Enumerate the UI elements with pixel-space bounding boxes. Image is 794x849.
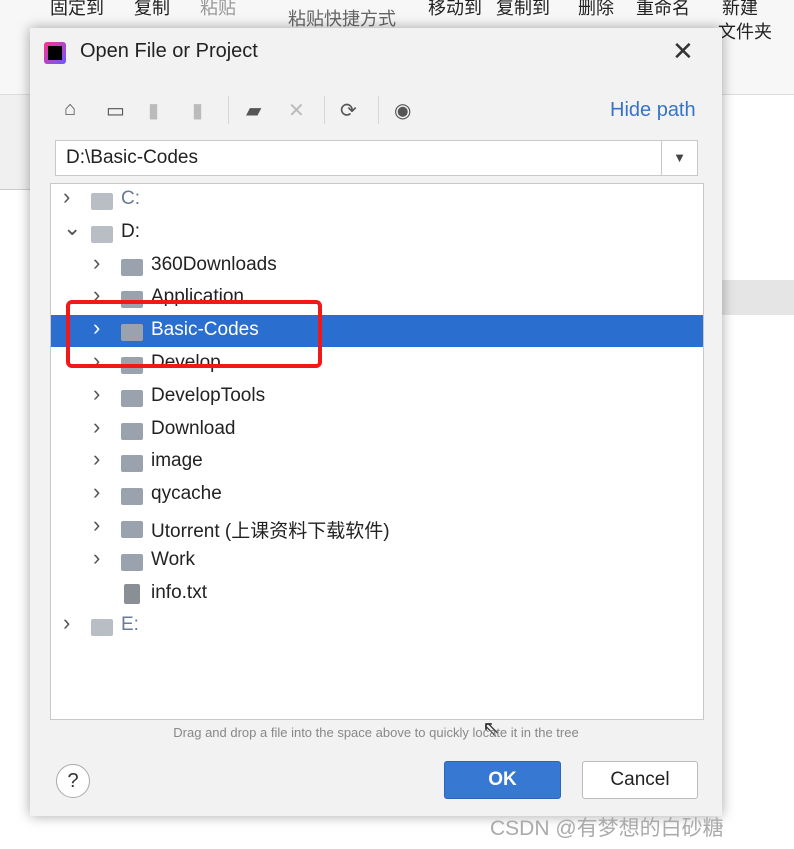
toolbar-divider <box>324 96 325 124</box>
close-icon[interactable]: ✕ <box>672 36 694 67</box>
tree-item-label: DevelopTools <box>151 384 266 406</box>
chevron-right-icon[interactable]: › <box>63 610 70 636</box>
tree-item-label: E: <box>121 614 139 636</box>
chevron-right-icon[interactable]: › <box>93 446 100 472</box>
tree-item[interactable]: › qycache <box>51 479 703 511</box>
ribbon-folder[interactable]: 文件夹 <box>718 18 772 44</box>
tree-item[interactable]: › DevelopTools <box>51 381 703 413</box>
tree-item[interactable]: › Utorrent (上课资料下载软件) <box>51 512 703 544</box>
tree-item-label: C: <box>121 188 140 209</box>
tree-item-label: Utorrent (上课资料下载软件) <box>151 521 390 542</box>
tree-item[interactable]: › Work <box>51 545 703 577</box>
module-folder-icon[interactable]: ▮ <box>192 98 203 123</box>
chevron-right-icon[interactable]: › <box>93 414 100 440</box>
tree-item[interactable]: › 360Downloads <box>51 250 703 282</box>
cancel-button[interactable]: Cancel <box>582 761 698 799</box>
chevron-right-icon[interactable]: › <box>93 512 100 538</box>
ribbon-copy[interactable]: 复制 <box>134 0 170 20</box>
path-value: D:\Basic-Codes <box>66 147 198 168</box>
folder-icon <box>121 488 143 506</box>
folder-icon <box>121 455 143 473</box>
tree-item[interactable]: › Download <box>51 414 703 446</box>
drive-icon <box>91 619 113 637</box>
tree-item[interactable]: info.txt <box>51 578 703 610</box>
explorer-pane <box>0 95 30 190</box>
chevron-right-icon[interactable]: › <box>93 381 100 407</box>
ribbon-new[interactable]: 新建 <box>722 0 758 20</box>
ribbon-delete[interactable]: 删除 <box>578 0 614 20</box>
drive-icon <box>91 193 113 210</box>
text-file-icon <box>124 583 140 604</box>
tree-item-label: image <box>151 450 203 472</box>
ribbon-paste[interactable]: 粘贴 <box>200 0 236 20</box>
tree-item[interactable]: ⌄ D: <box>51 215 703 249</box>
project-folder-icon[interactable]: ▮ <box>148 98 159 123</box>
chevron-right-icon[interactable]: › <box>93 545 100 571</box>
chevron-down-icon[interactable]: ▼ <box>661 141 697 175</box>
watermark: CSDN @有梦想的白砂糖 <box>490 817 724 840</box>
tree-item-label: 360Downloads <box>151 253 277 275</box>
drive-icon <box>91 225 113 243</box>
show-hidden-icon[interactable]: ◉ <box>394 98 411 123</box>
highlight-box <box>66 300 322 368</box>
chevron-right-icon[interactable]: › <box>93 479 100 505</box>
tree-item-label: info.txt <box>151 581 207 603</box>
ribbon-rename[interactable]: 重命名 <box>636 0 690 20</box>
tree-item[interactable]: › image <box>51 446 703 478</box>
tree-item-label: Download <box>151 417 236 439</box>
tree-item[interactable]: › C: <box>51 184 703 216</box>
folder-icon <box>121 389 143 407</box>
home-icon[interactable]: ⌂ <box>64 98 76 121</box>
tree-item[interactable]: › E: <box>51 610 703 642</box>
ribbon-pin[interactable]: 固定到 <box>50 0 104 20</box>
ok-button[interactable]: OK <box>444 761 561 799</box>
hide-path-link[interactable]: Hide path <box>610 99 696 122</box>
delete-icon[interactable]: ✕ <box>288 98 305 123</box>
toolbar-divider <box>378 96 379 124</box>
ribbon-move-to[interactable]: 移动到 <box>428 0 482 20</box>
folder-icon <box>121 521 143 538</box>
tree-item-label: Work <box>151 548 195 570</box>
folder-icon <box>121 422 143 440</box>
toolbar-divider <box>228 96 229 124</box>
folder-icon <box>121 553 143 571</box>
drag-drop-hint: Drag and drop a file into the space abov… <box>173 725 579 740</box>
chevron-down-icon[interactable]: ⌄ <box>63 215 81 241</box>
file-tree[interactable]: › C: ⌄ D: › 360Downloads › Application › Basic-Co… <box>50 183 704 720</box>
refresh-icon[interactable]: ⟳ <box>340 98 357 123</box>
tree-item-label: qycache <box>151 483 222 505</box>
open-file-dialog: Open File or Project ✕ ⌂ ▭ ▮ ▮ ▰ ✕ ⟳ ◉ H… <box>30 28 722 816</box>
ribbon-copy-to[interactable]: 复制到 <box>496 0 550 20</box>
tree-item-label: D: <box>121 220 140 242</box>
intellij-logo-icon <box>44 42 66 64</box>
help-button[interactable]: ? <box>56 764 90 798</box>
explorer-selected-row <box>722 280 794 315</box>
chevron-right-icon[interactable]: › <box>63 184 70 210</box>
chevron-right-icon[interactable]: › <box>93 250 100 276</box>
path-input[interactable]: D:\Basic-Codes ▼ <box>55 140 698 176</box>
dialog-title: Open File or Project <box>80 40 258 62</box>
new-folder-icon[interactable]: ▰ <box>246 98 261 123</box>
desktop-icon[interactable]: ▭ <box>106 98 125 123</box>
folder-icon <box>121 258 143 276</box>
